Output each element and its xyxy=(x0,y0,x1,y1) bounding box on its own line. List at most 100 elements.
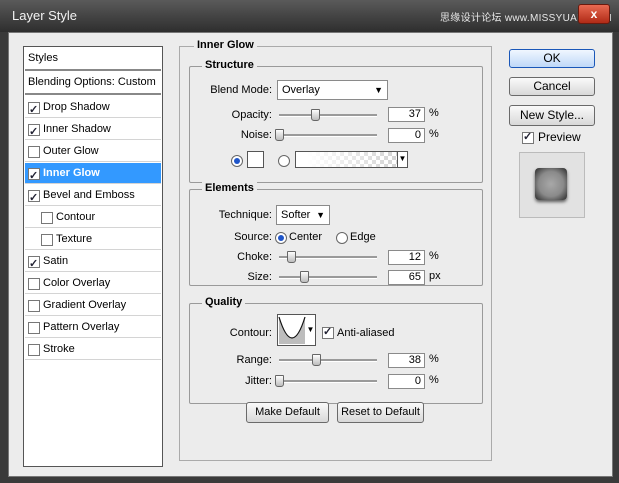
style-item[interactable]: Color Overlay xyxy=(25,273,161,294)
style-item-checkbox[interactable] xyxy=(28,166,40,186)
source-edge-radio[interactable] xyxy=(336,232,348,244)
style-item-checkbox[interactable] xyxy=(28,344,40,356)
jitter-slider-track[interactable] xyxy=(279,380,377,383)
blend-mode-value: Overlay xyxy=(282,84,320,96)
style-item-checkbox[interactable] xyxy=(28,300,40,312)
noise-slider-thumb[interactable] xyxy=(275,129,284,141)
size-field[interactable]: 65 xyxy=(388,270,425,285)
style-item-checkbox[interactable] xyxy=(28,146,40,158)
dropdown-arrow-icon: ▼ xyxy=(374,85,383,95)
style-item-label: Texture xyxy=(56,233,93,245)
size-slider-track[interactable] xyxy=(279,276,377,279)
gradient-radio[interactable] xyxy=(278,155,290,167)
jitter-slider-thumb[interactable] xyxy=(275,375,284,387)
style-item-label: Outer Glow xyxy=(43,145,99,157)
elements-group: Elements Technique: Softer ▼ Source: Cen… xyxy=(189,182,483,286)
close-button[interactable]: x xyxy=(578,4,610,24)
dialog-body: Styles Blending Options: Custom Drop Sha… xyxy=(8,32,613,477)
size-slider-thumb[interactable] xyxy=(300,271,310,283)
noise-slider-track[interactable] xyxy=(279,134,377,137)
reset-to-default-button[interactable]: Reset to Default xyxy=(337,402,424,423)
technique-dropdown[interactable]: Softer ▼ xyxy=(276,205,330,225)
blending-options-item[interactable]: Blending Options: Custom xyxy=(25,72,161,95)
style-item[interactable]: Contour xyxy=(25,207,161,228)
style-item[interactable]: Pattern Overlay xyxy=(25,317,161,338)
style-item[interactable]: Outer Glow xyxy=(25,141,161,162)
color-radio[interactable] xyxy=(231,155,243,167)
gradient-picker[interactable]: ▼ xyxy=(295,151,408,168)
style-item[interactable]: Bevel and Emboss xyxy=(25,185,161,208)
style-item[interactable]: Texture xyxy=(25,229,161,250)
contour-thumbnail[interactable] xyxy=(277,314,307,346)
choke-field[interactable]: 12 xyxy=(388,250,425,265)
opacity-slider-thumb[interactable] xyxy=(311,109,321,121)
style-item[interactable]: Stroke xyxy=(25,339,161,360)
style-item-checkbox[interactable] xyxy=(41,212,53,224)
size-unit: px xyxy=(429,270,441,282)
style-item-checkbox[interactable] xyxy=(28,254,40,274)
antialiased-label: Anti-aliased xyxy=(337,327,395,339)
jitter-field[interactable]: 0 xyxy=(388,374,425,389)
opacity-field[interactable]: 37 xyxy=(388,107,425,122)
gradient-dropdown-arrow-icon[interactable]: ▼ xyxy=(397,152,407,167)
size-label: Size: xyxy=(247,271,272,283)
ok-button[interactable]: OK xyxy=(509,49,595,68)
blend-mode-dropdown[interactable]: Overlay ▼ xyxy=(277,80,388,100)
contour-label: Contour: xyxy=(229,327,272,339)
style-item-label: Contour xyxy=(56,211,96,223)
style-item[interactable]: Gradient Overlay xyxy=(25,295,161,316)
style-item-checkbox[interactable] xyxy=(28,322,40,334)
style-item-label: Satin xyxy=(43,255,69,267)
technique-value: Softer xyxy=(281,209,311,221)
panel-title: Inner Glow xyxy=(194,39,257,51)
opacity-label: Opacity: xyxy=(231,109,272,121)
style-item-checkbox[interactable] xyxy=(28,278,40,290)
jitter-label: Jitter: xyxy=(245,375,272,387)
quality-group: Quality Contour: ▼ Anti-aliased Range: 3… xyxy=(189,296,483,404)
jitter-unit: % xyxy=(429,374,439,386)
choke-slider-thumb[interactable] xyxy=(286,251,296,263)
style-item[interactable]: Inner Shadow xyxy=(25,119,161,142)
range-slider-track[interactable] xyxy=(279,359,377,362)
new-style-button[interactable]: New Style... xyxy=(509,105,595,126)
inner-glow-panel: Inner Glow Structure Blend Mode: Overlay… xyxy=(179,39,492,461)
choke-label: Choke: xyxy=(237,251,272,263)
style-item-checkbox[interactable] xyxy=(28,188,40,208)
style-item[interactable]: Inner Glow xyxy=(25,163,161,186)
preview-swatch xyxy=(535,168,567,200)
blend-mode-label: Blend Mode: xyxy=(210,84,272,96)
opacity-slider-track[interactable] xyxy=(279,114,377,117)
preview-checkbox[interactable] xyxy=(522,130,534,144)
elements-title: Elements xyxy=(202,182,257,194)
range-unit: % xyxy=(429,353,439,365)
style-item-label: Inner Shadow xyxy=(43,123,111,135)
source-label: Source: xyxy=(234,231,272,243)
style-item-label: Drop Shadow xyxy=(43,101,110,113)
style-item[interactable]: Drop Shadow xyxy=(25,97,161,120)
source-center-radio[interactable] xyxy=(275,232,287,244)
cancel-button[interactable]: Cancel xyxy=(509,77,595,96)
make-default-button[interactable]: Make Default xyxy=(246,402,329,423)
style-item-label: Pattern Overlay xyxy=(43,321,120,333)
choke-unit: % xyxy=(429,250,439,262)
title-bar[interactable]: Layer Style 思缘设计论坛 www.MISSYUAN.COM x xyxy=(0,0,619,32)
contour-dropdown-arrow-icon[interactable]: ▼ xyxy=(306,314,316,346)
antialiased-checkbox[interactable] xyxy=(322,325,334,339)
noise-field[interactable]: 0 xyxy=(388,128,425,143)
noise-unit: % xyxy=(429,128,439,140)
styles-header[interactable]: Styles xyxy=(25,48,161,71)
quality-title: Quality xyxy=(202,296,246,308)
style-item-checkbox[interactable] xyxy=(41,234,53,246)
style-item-label: Color Overlay xyxy=(43,277,111,289)
range-field[interactable]: 38 xyxy=(388,353,425,368)
style-item-label: Bevel and Emboss xyxy=(43,189,135,201)
style-item[interactable]: Satin xyxy=(25,251,161,274)
style-item-checkbox[interactable] xyxy=(28,100,40,120)
structure-title: Structure xyxy=(202,59,257,71)
range-slider-thumb[interactable] xyxy=(312,354,322,366)
layer-style-window: Layer Style 思缘设计论坛 www.MISSYUAN.COM x St… xyxy=(0,0,619,483)
style-item-checkbox[interactable] xyxy=(28,122,40,142)
color-swatch[interactable] xyxy=(247,151,264,168)
technique-label: Technique: xyxy=(218,209,272,221)
structure-group: Structure Blend Mode: Overlay ▼ Opacity:… xyxy=(189,59,483,183)
